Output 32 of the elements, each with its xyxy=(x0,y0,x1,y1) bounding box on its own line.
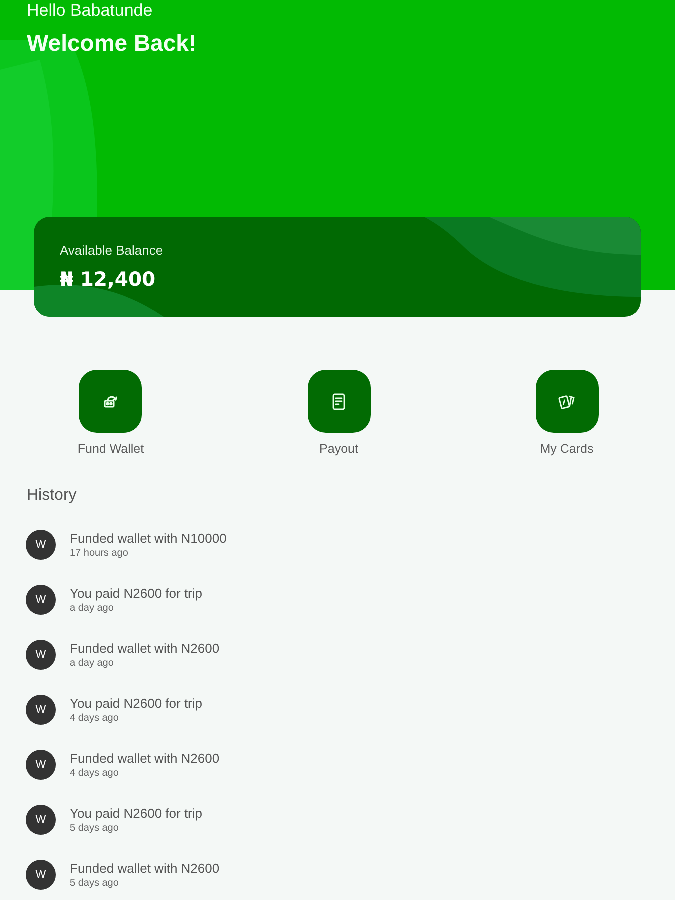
greeting-text: Hello Babatunde xyxy=(27,1,154,21)
avatar: W xyxy=(26,640,56,670)
transaction-text: Funded wallet with N2600 xyxy=(70,860,220,876)
history-title: History xyxy=(27,486,78,506)
action-button[interactable]: Fund Wallet xyxy=(78,370,144,457)
welcome-title: Welcome Back! xyxy=(27,30,198,56)
timestamp: 4 days ago xyxy=(70,766,120,780)
timestamp: 5 days ago xyxy=(70,876,120,890)
timestamp: 5 days ago xyxy=(70,822,120,834)
timestamp: a day ago xyxy=(70,656,115,670)
timestamp: 4 days ago xyxy=(70,712,120,724)
transaction-text: Funded wallet with N2600 xyxy=(70,750,220,766)
wallet-icon xyxy=(79,370,142,433)
timestamp: a day ago xyxy=(70,602,115,614)
transaction-text: You paid N2600 for trip xyxy=(70,696,203,712)
transaction-text: You paid N2600 for trip xyxy=(70,586,203,602)
avatar: W xyxy=(26,530,56,560)
avatar: W xyxy=(26,750,56,780)
timestamp: 17 hours ago xyxy=(70,546,130,560)
transaction-text: Funded wallet with N2600 xyxy=(70,640,220,656)
transaction-text: Funded wallet with N10000 xyxy=(70,530,227,546)
cards-icon xyxy=(536,370,598,433)
balance-label: Available Balance xyxy=(60,244,164,258)
action-button[interactable]: Payout xyxy=(308,370,370,457)
balance-amount: ₦ 12,400 xyxy=(60,267,157,293)
transaction-text: You paid N2600 for trip xyxy=(70,806,203,822)
avatar: W xyxy=(26,695,56,725)
action-button[interactable]: My Cards xyxy=(536,370,598,457)
avatar: W xyxy=(26,805,56,835)
avatar: W xyxy=(26,860,56,890)
avatar: W xyxy=(26,585,56,615)
document-icon xyxy=(308,370,370,433)
